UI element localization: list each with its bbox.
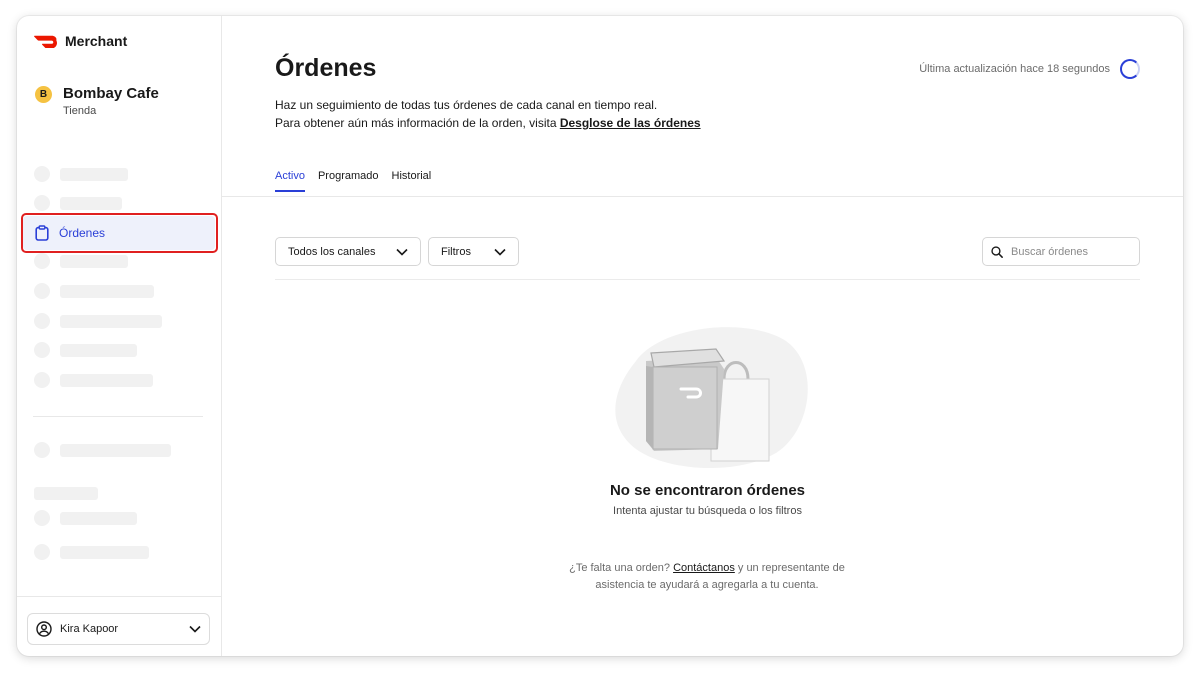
skeleton-nav-item bbox=[34, 372, 153, 388]
store-type: Tienda bbox=[63, 105, 97, 117]
refresh-spinner-icon bbox=[1120, 59, 1140, 79]
user-circle-icon bbox=[36, 621, 52, 637]
orders-tabs: Activo Programado Historial bbox=[275, 170, 431, 192]
tab-historial[interactable]: Historial bbox=[392, 170, 432, 192]
skeleton-nav-item bbox=[34, 510, 137, 526]
order-breakdown-link[interactable]: Desglose de las órdenes bbox=[560, 116, 701, 130]
skeleton-nav-item bbox=[34, 283, 154, 299]
user-menu-button[interactable]: Kira Kapoor bbox=[27, 613, 210, 645]
last-updated: Última actualización hace 18 segundos bbox=[919, 59, 1140, 79]
empty-state-title: No se encontraron órdenes bbox=[609, 482, 806, 499]
chevron-down-icon bbox=[494, 248, 506, 256]
sidebar: Merchant B Bombay Cafe Tienda Órdenes Ki… bbox=[17, 16, 222, 656]
user-name: Kira Kapoor bbox=[60, 623, 119, 635]
skeleton-nav-item bbox=[34, 195, 122, 211]
main-content: Órdenes Última actualización hace 18 seg… bbox=[222, 16, 1183, 656]
sidebar-item-label: Órdenes bbox=[59, 226, 106, 240]
search-icon bbox=[991, 245, 1003, 258]
search-box bbox=[982, 237, 1140, 266]
clipboard-icon bbox=[35, 225, 49, 241]
channels-dropdown[interactable]: Todos los canales bbox=[275, 237, 421, 266]
channels-dropdown-label: Todos los canales bbox=[288, 245, 376, 258]
sidebar-item-ordenes[interactable]: Órdenes bbox=[23, 216, 215, 250]
store-avatar: B bbox=[35, 86, 52, 103]
app-window: Merchant B Bombay Cafe Tienda Órdenes Ki… bbox=[17, 16, 1183, 656]
skeleton-nav-item bbox=[34, 313, 162, 329]
last-updated-text: Última actualización hace 18 segundos bbox=[919, 63, 1110, 75]
skeleton-nav-item bbox=[34, 253, 128, 269]
store-name: Bombay Cafe bbox=[63, 85, 159, 102]
empty-bag-illustration bbox=[615, 327, 808, 469]
sidebar-divider bbox=[33, 416, 203, 417]
skeleton-nav-item bbox=[34, 342, 137, 358]
contact-us-link[interactable]: Contáctanos bbox=[673, 562, 735, 574]
filters-dropdown-label: Filtros bbox=[441, 245, 471, 258]
chevron-down-icon bbox=[189, 625, 201, 633]
page-title: Órdenes bbox=[275, 54, 377, 82]
skeleton-nav-item bbox=[34, 544, 149, 560]
empty-state-subtitle: Intenta ajustar tu búsqueda o los filtro… bbox=[613, 505, 802, 517]
search-input[interactable] bbox=[1011, 245, 1131, 258]
description-line: Para obtener aún más información de la o… bbox=[275, 116, 560, 130]
skeleton-nav-item bbox=[34, 166, 128, 182]
page-description: Haz un seguimiento de todas tus órdenes … bbox=[275, 96, 701, 132]
chevron-down-icon bbox=[396, 248, 408, 256]
description-line: Haz un seguimiento de todas tus órdenes … bbox=[275, 98, 658, 112]
brand-name: Merchant bbox=[65, 33, 128, 49]
store-switcher[interactable]: B Bombay Cafe Tienda bbox=[35, 84, 159, 118]
brand[interactable]: Merchant bbox=[33, 33, 127, 49]
missing-order-help: ¿Te falta una orden? Contáctanos y un re… bbox=[552, 560, 862, 594]
help-text: ¿Te falta una orden? bbox=[569, 562, 674, 574]
filters-divider bbox=[275, 279, 1140, 280]
tab-programado[interactable]: Programado bbox=[318, 170, 379, 192]
doordash-logo-icon bbox=[34, 35, 57, 48]
sidebar-footer: Kira Kapoor bbox=[17, 596, 222, 656]
skeleton-nav-item bbox=[34, 442, 171, 458]
filters-dropdown[interactable]: Filtros bbox=[428, 237, 519, 266]
skeleton-section-label bbox=[34, 487, 98, 500]
tab-activo[interactable]: Activo bbox=[275, 170, 305, 192]
tabs-divider bbox=[222, 196, 1183, 197]
